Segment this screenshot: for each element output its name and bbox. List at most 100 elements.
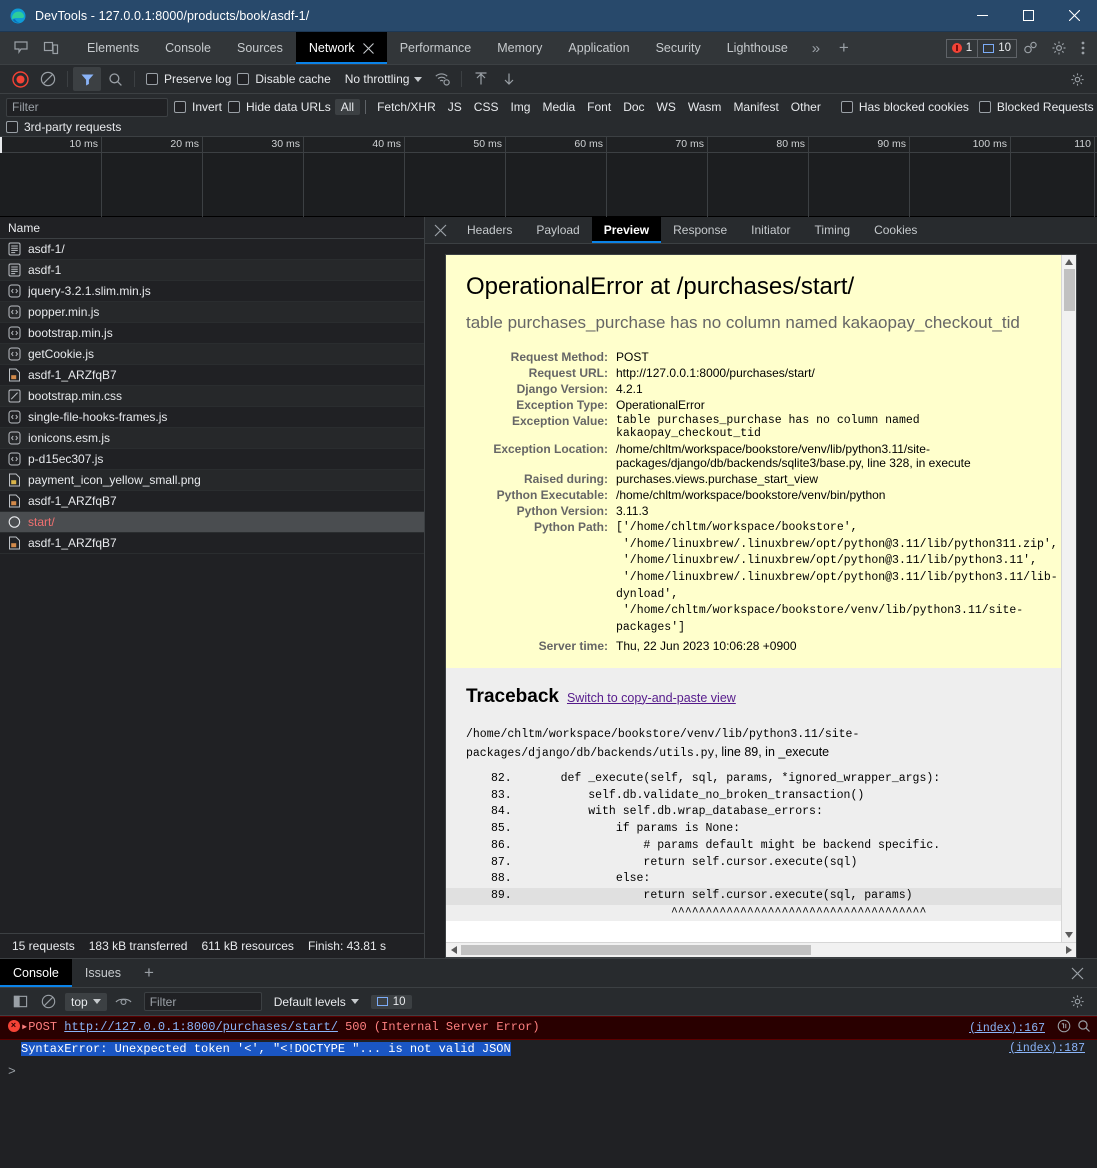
tab-performance[interactable]: Performance bbox=[387, 32, 485, 64]
clear-button[interactable] bbox=[34, 67, 62, 91]
table-row[interactable]: asdf-1 bbox=[0, 260, 424, 281]
table-row[interactable]: ionicons.esm.js bbox=[0, 428, 424, 449]
console-prompt[interactable]: > bbox=[0, 1060, 1097, 1079]
filter-type-fetch-xhr[interactable]: Fetch/XHR bbox=[371, 99, 442, 115]
throttling-select[interactable]: No throttling bbox=[345, 72, 423, 86]
scroll-down-icon[interactable] bbox=[1062, 928, 1076, 942]
message-count-badge[interactable]: 10 bbox=[977, 38, 1017, 58]
console-message-error[interactable]: × ▸POST http://127.0.0.1:8000/purchases/… bbox=[0, 1016, 1097, 1040]
filter-type-media[interactable]: Media bbox=[536, 99, 581, 115]
table-row[interactable]: bootstrap.min.js bbox=[0, 323, 424, 344]
record-button[interactable] bbox=[6, 67, 34, 91]
console-filter-input[interactable]: Filter bbox=[143, 992, 262, 1011]
table-row[interactable]: asdf-1/ bbox=[0, 239, 424, 260]
tab-security[interactable]: Security bbox=[643, 32, 714, 64]
inspect-element-icon[interactable] bbox=[6, 32, 36, 64]
blocked-requests-checkbox[interactable]: Blocked Requests bbox=[978, 100, 1094, 114]
tab-application[interactable]: Application bbox=[555, 32, 642, 64]
filter-type-js[interactable]: JS bbox=[442, 99, 468, 115]
tab-timing[interactable]: Timing bbox=[803, 217, 863, 243]
scroll-up-icon[interactable] bbox=[1062, 255, 1076, 269]
request-list[interactable]: asdf-1/ asdf-1 jquery-3.2.1.slim.min.js … bbox=[0, 239, 424, 933]
live-expression-icon[interactable] bbox=[110, 990, 138, 1014]
close-icon[interactable] bbox=[1063, 961, 1091, 985]
filter-type-font[interactable]: Font bbox=[581, 99, 617, 115]
has-blocked-cookies-checkbox[interactable]: Has blocked cookies bbox=[840, 100, 969, 114]
scrollbar-thumb[interactable] bbox=[1064, 269, 1075, 311]
network-overview[interactable]: 10 ms 20 ms 30 ms 40 ms 50 ms 60 ms 70 m… bbox=[0, 137, 1097, 217]
invert-checkbox[interactable]: Invert bbox=[174, 100, 222, 114]
filter-type-other[interactable]: Other bbox=[785, 99, 827, 115]
console-message-count-badge[interactable]: 10 bbox=[370, 994, 412, 1009]
preserve-log-checkbox[interactable]: Preserve log bbox=[146, 72, 231, 86]
filter-button[interactable] bbox=[73, 67, 101, 91]
console-messages[interactable]: × ▸POST http://127.0.0.1:8000/purchases/… bbox=[0, 1016, 1097, 1168]
gear-icon[interactable] bbox=[1045, 40, 1073, 56]
tab-console[interactable]: Console bbox=[0, 959, 72, 987]
scroll-left-icon[interactable] bbox=[446, 946, 461, 954]
filter-type-wasm[interactable]: Wasm bbox=[682, 99, 728, 115]
source-link[interactable]: (index):167 bbox=[969, 1022, 1051, 1035]
tab-console[interactable]: Console bbox=[152, 32, 224, 64]
more-tabs-icon[interactable]: » bbox=[801, 32, 831, 64]
tab-response[interactable]: Response bbox=[661, 217, 739, 243]
tab-cookies[interactable]: Cookies bbox=[862, 217, 929, 243]
gear-icon[interactable] bbox=[1063, 67, 1091, 91]
network-request-icon[interactable] bbox=[1057, 1019, 1071, 1037]
log-levels-select[interactable]: Default levels bbox=[274, 995, 359, 1009]
tab-issues[interactable]: Issues bbox=[72, 959, 134, 987]
request-url-link[interactable]: http://127.0.0.1:8000/purchases/start/ bbox=[64, 1020, 338, 1034]
filter-input[interactable]: Filter bbox=[6, 97, 168, 117]
tab-lighthouse[interactable]: Lighthouse bbox=[714, 32, 801, 64]
switch-copy-paste-link[interactable]: Switch to copy-and-paste view bbox=[567, 691, 736, 705]
add-drawer-tab-icon[interactable]: + bbox=[134, 959, 164, 987]
close-icon[interactable] bbox=[362, 42, 374, 54]
close-icon[interactable] bbox=[1051, 0, 1097, 32]
table-row[interactable]: popper.min.js bbox=[0, 302, 424, 323]
error-count-badge[interactable]: 1 bbox=[945, 38, 978, 58]
scrollbar-thumb[interactable] bbox=[461, 945, 811, 955]
tab-network[interactable]: Network bbox=[295, 32, 387, 64]
third-party-requests-checkbox[interactable]: 3rd-party requests bbox=[6, 120, 121, 134]
table-row[interactable]: p-d15ec307.js bbox=[0, 449, 424, 470]
filter-type-all[interactable]: All bbox=[334, 99, 361, 115]
table-row[interactable]: payment_icon_yellow_small.png bbox=[0, 470, 424, 491]
execution-context-select[interactable]: top bbox=[65, 992, 107, 1011]
filter-type-doc[interactable]: Doc bbox=[617, 99, 650, 115]
console-message-syntax-error[interactable]: SyntaxError: Unexpected token '<', "<!DO… bbox=[0, 1040, 1097, 1060]
hide-data-urls-checkbox[interactable]: Hide data URLs bbox=[228, 100, 331, 114]
filter-type-manifest[interactable]: Manifest bbox=[727, 99, 784, 115]
filter-type-ws[interactable]: WS bbox=[651, 99, 682, 115]
table-row[interactable]: bootstrap.min.css bbox=[0, 386, 424, 407]
tab-payload[interactable]: Payload bbox=[524, 217, 591, 243]
export-har-button[interactable] bbox=[495, 67, 523, 91]
tab-preview[interactable]: Preview bbox=[591, 217, 662, 243]
tab-sources[interactable]: Sources bbox=[224, 32, 296, 64]
scroll-right-icon[interactable] bbox=[1061, 946, 1076, 954]
console-sidebar-icon[interactable] bbox=[6, 990, 34, 1014]
table-row[interactable]: jquery-3.2.1.slim.min.js bbox=[0, 281, 424, 302]
search-icon[interactable] bbox=[101, 67, 129, 91]
customize-devtools-icon[interactable] bbox=[1017, 40, 1045, 56]
clear-console-icon[interactable] bbox=[34, 990, 62, 1014]
import-har-button[interactable] bbox=[467, 67, 495, 91]
tab-initiator[interactable]: Initiator bbox=[739, 217, 802, 243]
table-row[interactable]: asdf-1_ARZfqB7 bbox=[0, 491, 424, 512]
gear-icon[interactable] bbox=[1063, 990, 1091, 1014]
table-row[interactable]: single-file-hooks-frames.js bbox=[0, 407, 424, 428]
tab-elements[interactable]: Elements bbox=[74, 32, 152, 64]
search-icon[interactable] bbox=[1077, 1019, 1091, 1037]
network-conditions-icon[interactable] bbox=[428, 67, 456, 91]
table-row[interactable]: asdf-1_ARZfqB7 bbox=[0, 533, 424, 554]
source-link[interactable]: (index):187 bbox=[1009, 1042, 1091, 1055]
table-row[interactable]: getCookie.js bbox=[0, 344, 424, 365]
preview-vertical-scrollbar[interactable] bbox=[1061, 255, 1076, 942]
minimize-icon[interactable] bbox=[959, 0, 1005, 32]
devtools-menu-icon[interactable] bbox=[1073, 40, 1093, 56]
close-icon[interactable] bbox=[425, 217, 455, 243]
disable-cache-checkbox[interactable]: Disable cache bbox=[237, 72, 331, 86]
add-tab-icon[interactable]: + bbox=[831, 32, 857, 64]
device-toolbar-icon[interactable] bbox=[36, 32, 66, 64]
column-header-name[interactable]: Name bbox=[0, 217, 424, 239]
table-row-selected[interactable]: start/ bbox=[0, 512, 424, 533]
